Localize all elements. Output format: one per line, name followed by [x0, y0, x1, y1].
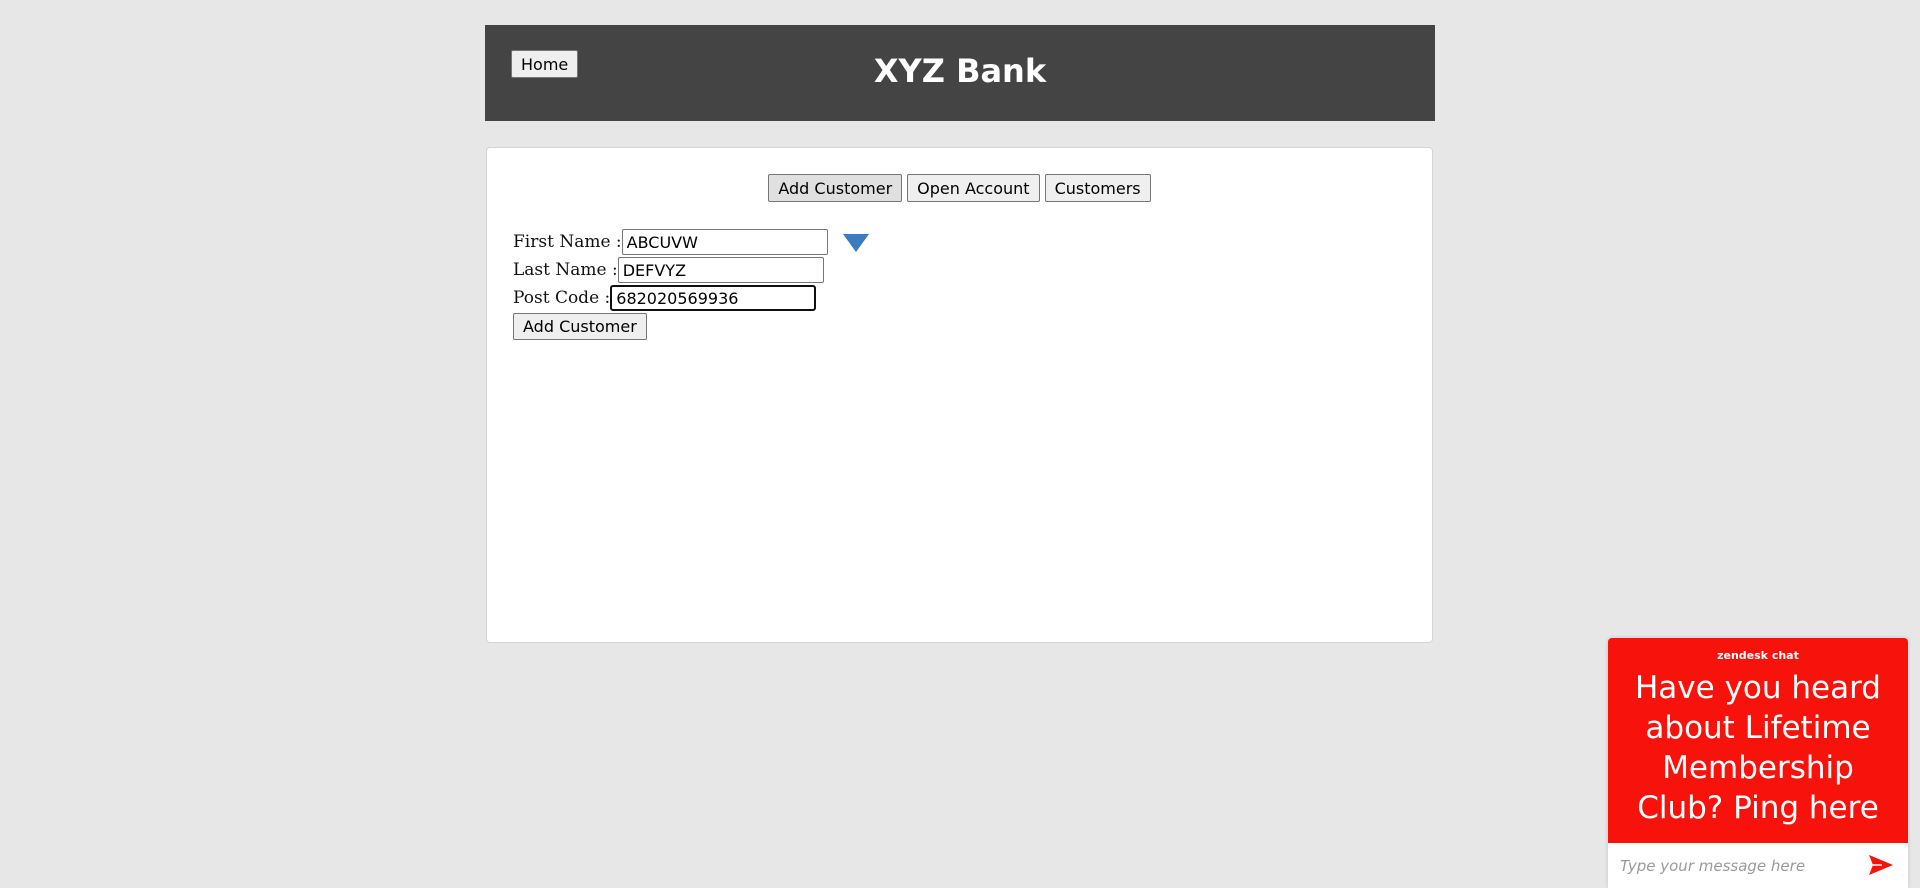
- chat-brand: zendesk chat: [1717, 649, 1799, 662]
- main-panel: Add Customer Open Account Customers Firs…: [486, 147, 1433, 643]
- last-name-field[interactable]: [617, 257, 824, 283]
- add-customer-submit-button[interactable]: Add Customer: [513, 313, 647, 340]
- send-arrow-icon[interactable]: [1868, 854, 1894, 876]
- post-code-field[interactable]: [610, 285, 817, 311]
- add-customer-form: First Name : Last Name : Post Code : Add…: [513, 228, 869, 340]
- tab-customers[interactable]: Customers: [1044, 174, 1151, 202]
- tab-add-customer[interactable]: Add Customer: [768, 174, 903, 202]
- tab-open-account[interactable]: Open Account: [907, 174, 1040, 202]
- header-bar: Home XYZ Bank: [485, 25, 1435, 121]
- tab-bar: Add Customer Open Account Customers: [487, 174, 1432, 202]
- app-root: Home XYZ Bank Add Customer Open Account …: [0, 0, 1920, 888]
- triangle-down-icon: [842, 234, 869, 252]
- chat-promo-text: Have you heard about Lifetime Membership…: [1635, 670, 1881, 826]
- chat-banner[interactable]: zendesk chat Have you heard about Lifeti…: [1608, 638, 1908, 843]
- chat-widget[interactable]: zendesk chat Have you heard about Lifeti…: [1608, 638, 1908, 888]
- post-code-row: Post Code :: [513, 284, 869, 312]
- first-name-field[interactable]: [621, 229, 828, 255]
- first-name-row: First Name :: [513, 228, 869, 256]
- last-name-label: Last Name :: [513, 260, 618, 280]
- bank-title: XYZ Bank: [873, 52, 1047, 90]
- submit-row: Add Customer: [513, 312, 869, 340]
- first-name-label: First Name :: [513, 232, 622, 252]
- last-name-row: Last Name :: [513, 256, 869, 284]
- post-code-label: Post Code :: [513, 288, 611, 308]
- chat-message-input[interactable]: [1608, 843, 1858, 888]
